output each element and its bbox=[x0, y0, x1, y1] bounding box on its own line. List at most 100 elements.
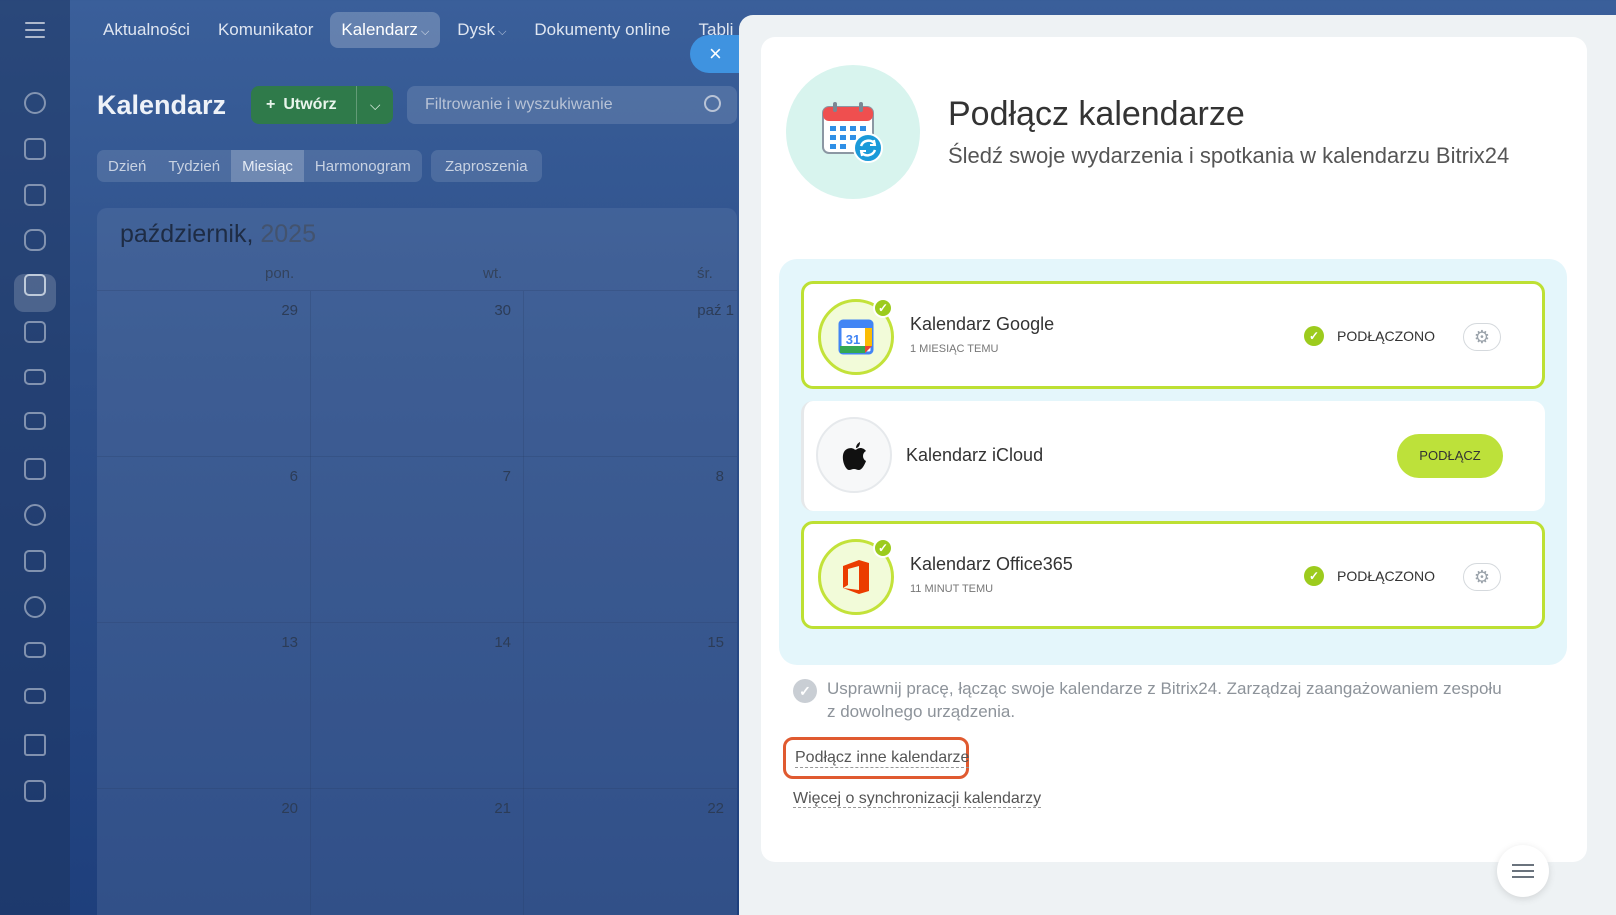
search-icon[interactable] bbox=[704, 95, 721, 112]
day-cell[interactable]: 20 bbox=[238, 800, 298, 817]
create-label: Utwórz bbox=[283, 96, 337, 113]
day-cell[interactable]: 6 bbox=[238, 468, 298, 485]
connect-other-calendars-link[interactable]: Podłącz inne kalendarze bbox=[783, 737, 970, 779]
create-dropdown-chevron-icon[interactable]: ⌵ bbox=[357, 97, 393, 114]
goals-icon[interactable] bbox=[24, 596, 46, 618]
day-cell[interactable]: 15 bbox=[664, 634, 724, 651]
check-icon: ✓ bbox=[1304, 326, 1324, 346]
calendar-grid: październik, 2025 pon. wt. śr. 29 30 paź… bbox=[97, 208, 737, 915]
connect-calendars-panel: Podłącz kalendarze Śledź swoje wydarzeni… bbox=[739, 15, 1616, 915]
weekday-header: wt. bbox=[483, 265, 503, 282]
service-office365: ✓ Kalendarz Office365 11 MINUT TEMU ✓ PO… bbox=[801, 521, 1545, 629]
search-placeholder: Filtrowanie i wyszukiwanie bbox=[425, 96, 613, 113]
day-cell[interactable]: 8 bbox=[664, 468, 724, 485]
grid-line bbox=[310, 291, 311, 915]
svg-text:31: 31 bbox=[846, 332, 860, 347]
sign-icon[interactable] bbox=[24, 734, 46, 756]
weekday-header: pon. bbox=[265, 265, 295, 282]
plus-icon: + bbox=[266, 96, 276, 113]
month-name: październik, bbox=[120, 220, 254, 248]
service-name: Kalendarz iCloud bbox=[906, 445, 1044, 465]
connect-icloud-button[interactable]: PODŁĄCZ bbox=[1397, 434, 1503, 478]
grid-line bbox=[523, 291, 524, 915]
day-cell[interactable]: 22 bbox=[664, 800, 724, 817]
apple-icon bbox=[816, 417, 892, 493]
contacts-icon[interactable] bbox=[24, 550, 46, 572]
sync-info-link[interactable]: Więcej o synchronizacji kalendarzy bbox=[793, 790, 1042, 808]
drive-icon[interactable] bbox=[24, 369, 46, 385]
status-badge: ✓ PODŁĄCZONO bbox=[1304, 326, 1435, 346]
nav-komunikator[interactable]: Komunikator bbox=[207, 12, 324, 48]
gear-icon: ⚙ bbox=[1473, 326, 1491, 347]
create-button[interactable]: + Utwórz ⌵ bbox=[251, 86, 393, 124]
mail-icon[interactable] bbox=[24, 412, 46, 430]
service-time: 1 MIESIĄC TEMU bbox=[910, 343, 999, 355]
day-cell[interactable]: 13 bbox=[238, 634, 298, 651]
connect-card: Podłącz kalendarze Śledź swoje wydarzeni… bbox=[761, 37, 1587, 862]
robot-icon[interactable] bbox=[24, 688, 46, 704]
nav-dysk-label: Dysk bbox=[457, 20, 496, 39]
invites-button[interactable]: Zaproszenia bbox=[431, 150, 542, 182]
nav-kalendarz-label: Kalendarz bbox=[341, 20, 418, 39]
employees-icon[interactable] bbox=[24, 504, 46, 526]
chevron-down-icon: ⌵ bbox=[420, 26, 430, 38]
tasks-icon[interactable] bbox=[24, 184, 46, 206]
create-main-button[interactable]: + Utwórz bbox=[251, 96, 356, 114]
service-name: Kalendarz Office365 bbox=[910, 554, 1073, 574]
chat-icon[interactable] bbox=[24, 229, 46, 251]
nav-dokumenty-online[interactable]: Dokumenty online bbox=[523, 12, 681, 48]
list-icon-line bbox=[1512, 870, 1534, 872]
service-google: 31 ✓ Kalendarz Google 1 MIESIĄC TEMU ✓ P… bbox=[801, 281, 1545, 389]
day-cell[interactable]: 14 bbox=[451, 634, 511, 651]
hero-illustration bbox=[786, 65, 920, 199]
service-icloud: Kalendarz iCloud PODŁĄCZ bbox=[801, 401, 1545, 511]
settings-button[interactable]: ⚙ bbox=[1463, 563, 1501, 591]
tab-month[interactable]: Miesiąc bbox=[231, 150, 304, 182]
status-badge: ✓ PODŁĄCZONO bbox=[1304, 566, 1435, 586]
day-cell[interactable]: paź 1 bbox=[654, 302, 734, 319]
search-input[interactable]: Filtrowanie i wyszukiwanie bbox=[407, 86, 737, 124]
menu-icon[interactable] bbox=[25, 22, 45, 38]
settings-button[interactable]: ⚙ bbox=[1463, 323, 1501, 351]
grid-line bbox=[97, 788, 737, 789]
apple-logo bbox=[842, 442, 866, 470]
chevron-down-icon: ⌵ bbox=[498, 26, 507, 38]
feed-icon[interactable] bbox=[24, 92, 46, 114]
info-text: Usprawnij pracę, łącząc swoje kalendarze… bbox=[827, 679, 1502, 721]
panel-title: Podłącz kalendarze bbox=[948, 95, 1245, 133]
document-icon[interactable] bbox=[24, 138, 46, 160]
nav-kalendarz[interactable]: Kalendarz ⌵ bbox=[330, 12, 441, 48]
status-text: PODŁĄCZONO bbox=[1337, 568, 1436, 584]
grid-line bbox=[97, 290, 737, 291]
tab-week[interactable]: Tydzień bbox=[157, 150, 231, 182]
more-icon[interactable] bbox=[24, 780, 46, 802]
info-block: ✓ Usprawnij pracę, łącząc swoje kalendar… bbox=[793, 677, 1513, 723]
link-label: Więcej o synchronizacji kalendarzy bbox=[793, 790, 1042, 808]
office365-logo bbox=[843, 560, 869, 594]
filter-icon[interactable] bbox=[24, 642, 46, 658]
file-icon[interactable] bbox=[24, 321, 46, 343]
connected-check-icon: ✓ bbox=[873, 298, 893, 318]
tab-day[interactable]: Dzień bbox=[97, 150, 157, 182]
list-icon-line bbox=[1512, 864, 1534, 866]
gear-icon: ⚙ bbox=[1473, 566, 1491, 587]
calendar-sync-icon bbox=[822, 102, 883, 163]
projects-icon[interactable] bbox=[24, 458, 46, 480]
nav-dysk[interactable]: Dysk ⌵ bbox=[446, 12, 517, 48]
status-text: PODŁĄCZONO bbox=[1337, 328, 1436, 344]
day-cell[interactable]: 7 bbox=[451, 468, 511, 485]
day-cell[interactable]: 30 bbox=[451, 302, 511, 319]
tab-schedule[interactable]: Harmonogram bbox=[304, 150, 422, 182]
grid-line bbox=[97, 456, 737, 457]
google-calendar-logo: 31 bbox=[838, 319, 874, 355]
connected-check-icon: ✓ bbox=[873, 538, 893, 558]
month-title: październik, 2025 bbox=[120, 220, 316, 249]
calendar-icon[interactable] bbox=[24, 274, 46, 296]
service-time: 11 MINUT TEMU bbox=[910, 583, 994, 595]
list-menu-button[interactable] bbox=[1497, 845, 1549, 897]
grid-line bbox=[97, 622, 737, 623]
services-list: 31 ✓ Kalendarz Google 1 MIESIĄC TEMU ✓ P… bbox=[779, 259, 1567, 665]
day-cell[interactable]: 21 bbox=[451, 800, 511, 817]
day-cell[interactable]: 29 bbox=[238, 302, 298, 319]
nav-aktualnosci[interactable]: Aktualności bbox=[92, 12, 201, 48]
